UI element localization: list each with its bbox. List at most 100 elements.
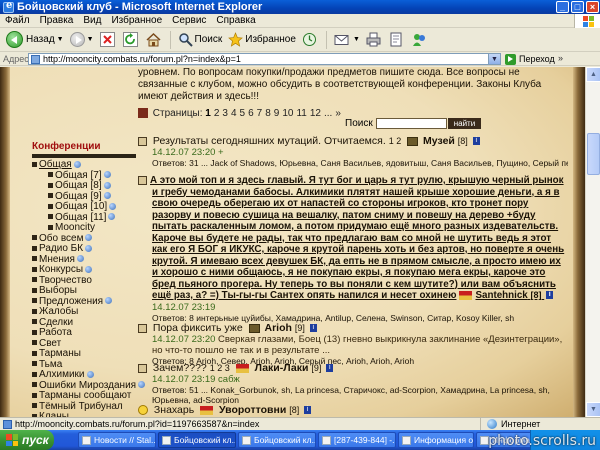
address-input[interactable]: http://mooncity.combats.ru/forum.pl?n=in…: [28, 53, 490, 65]
bullet-icon: [32, 361, 37, 367]
page-link[interactable]: 3: [222, 108, 228, 119]
history-button[interactable]: [299, 30, 322, 50]
bullet-icon: [32, 256, 37, 262]
chevron-down-icon[interactable]: ▼: [57, 36, 64, 43]
page-link[interactable]: 1: [205, 108, 211, 119]
minimize-button[interactable]: _: [556, 1, 569, 13]
start-button[interactable]: пуск: [0, 430, 54, 450]
globe-icon: [103, 181, 111, 189]
window-title: Бойцовский клуб - Microsoft Internet Exp…: [17, 1, 263, 13]
forum-search-button[interactable]: найти: [447, 118, 482, 129]
topic-author[interactable]: Увороттовни: [219, 404, 286, 416]
sidebar-item-label: Конкурсы: [39, 264, 84, 275]
bullet-icon: [32, 298, 37, 304]
taskbar-button[interactable]: Бойцовский кл...: [238, 432, 316, 448]
topic-pages[interactable]: 1 2 3: [210, 363, 230, 373]
taskbar-button-label: Бойцовский кл...: [254, 435, 316, 445]
go-button[interactable]: Переход: [505, 52, 555, 66]
mail-button[interactable]: ▼: [331, 30, 363, 50]
scroll-thumb[interactable]: [587, 133, 600, 175]
info-icon[interactable]: i: [472, 137, 480, 146]
page-link[interactable]: 10: [282, 108, 293, 119]
refresh-icon: [122, 32, 138, 47]
forum-search-label: Поиск: [345, 118, 373, 129]
info-icon[interactable]: i: [304, 406, 312, 415]
links-chevron[interactable]: »: [558, 53, 563, 63]
info-icon[interactable]: i: [309, 324, 317, 333]
page-link[interactable]: »: [335, 108, 341, 119]
page-link[interactable]: ...: [324, 108, 332, 119]
topic-title[interactable]: Знахарь: [154, 404, 194, 416]
topic-title[interactable]: Результаты сегодняшних мутаций. Отчитаем…: [153, 135, 386, 147]
bullet-icon: [48, 203, 53, 209]
topic-author[interactable]: Santehnick: [475, 290, 527, 301]
scroll-down-button[interactable]: ▼: [586, 402, 600, 417]
taskbar-button[interactable]: Бойцовский кл...: [158, 432, 236, 448]
topic-title[interactable]: Зачем????: [153, 362, 207, 374]
bullet-icon: [48, 224, 53, 230]
page-link[interactable]: 7: [257, 108, 263, 119]
menu-help[interactable]: Справка: [211, 15, 260, 26]
menu-tools[interactable]: Сервис: [167, 15, 211, 26]
flag-icon: [200, 405, 214, 415]
taskbar-button[interactable]: Информация о ...: [398, 432, 474, 448]
address-dropdown-button[interactable]: ▼: [488, 53, 501, 65]
bullet-icon: [32, 308, 37, 314]
clan-icon: [407, 136, 419, 146]
taskbar-button-label: [287-439-844] -...: [334, 435, 396, 445]
sidebar-item-label: Тарманы: [39, 348, 81, 359]
print-button[interactable]: [363, 30, 386, 50]
forum-search-input[interactable]: [375, 118, 447, 129]
sidebar-item-label: Свет: [39, 337, 62, 349]
chevron-down-icon[interactable]: ▼: [87, 36, 94, 43]
menu-view[interactable]: Вид: [78, 15, 106, 26]
windows-logo-icon: [574, 14, 600, 28]
sidebar-item-label: Предложения: [39, 295, 104, 307]
sidebar-item-label: Общая [9]: [55, 190, 102, 202]
forward-button[interactable]: ▼: [67, 30, 97, 50]
close-button[interactable]: ×: [586, 1, 599, 13]
topic-author[interactable]: Музей: [423, 135, 455, 147]
messenger-button[interactable]: [409, 30, 432, 50]
window-title-bar[interactable]: Бойцовский клуб - Microsoft Internet Exp…: [0, 0, 600, 14]
flag-icon: [459, 290, 473, 300]
page-link[interactable]: 11: [296, 108, 306, 119]
topic-title[interactable]: Пора фиксить уже: [153, 322, 243, 334]
chevron-down-icon[interactable]: ▼: [353, 36, 360, 43]
info-icon[interactable]: i: [326, 364, 334, 373]
menu-edit[interactable]: Правка: [35, 15, 79, 26]
sidebar-item-label: Работа: [39, 327, 72, 338]
menu-file[interactable]: Файл: [0, 15, 35, 26]
menu-favorites[interactable]: Избранное: [106, 15, 167, 26]
page-link[interactable]: 8: [265, 108, 271, 119]
stop-button[interactable]: [97, 30, 120, 50]
flag-icon: [235, 363, 249, 373]
page-link[interactable]: 6: [248, 108, 254, 119]
page-link[interactable]: 5: [240, 108, 246, 119]
scroll-up-button[interactable]: ▲: [586, 67, 600, 82]
page-link[interactable]: 4: [231, 108, 237, 119]
window-icon: [162, 435, 171, 445]
edit-button[interactable]: [386, 30, 409, 50]
vertical-scrollbar[interactable]: ▲ ▼: [585, 67, 600, 417]
taskbar-button[interactable]: [287-439-844] -...: [318, 432, 396, 448]
maximize-button[interactable]: □: [571, 1, 584, 13]
page-link[interactable]: 12: [310, 108, 321, 119]
author-level: [9]: [311, 363, 322, 373]
page-link[interactable]: 2: [214, 108, 220, 119]
search-button[interactable]: Поиск: [175, 30, 226, 50]
bullet-icon: [48, 214, 53, 220]
topic-pages[interactable]: 1 2: [389, 136, 402, 146]
page-link[interactable]: 9: [274, 108, 280, 119]
topic-body[interactable]: А это мой топ и я здесь главый. Я тут бо…: [138, 175, 568, 302]
conference-description: уровнем. По вопросам покупки/продажи пре…: [138, 67, 542, 102]
refresh-button[interactable]: [120, 30, 143, 50]
taskbar-button[interactable]: Новости // Stal...: [78, 432, 156, 448]
topic-author[interactable]: Лаки-Лаки: [255, 362, 309, 374]
bullet-icon: [32, 371, 37, 377]
topic-author[interactable]: Arioh: [265, 322, 292, 334]
info-icon[interactable]: i: [546, 291, 554, 300]
home-button[interactable]: [143, 30, 166, 50]
favorites-button[interactable]: Избранное: [225, 30, 299, 50]
back-button[interactable]: Назад ▼: [3, 30, 67, 50]
